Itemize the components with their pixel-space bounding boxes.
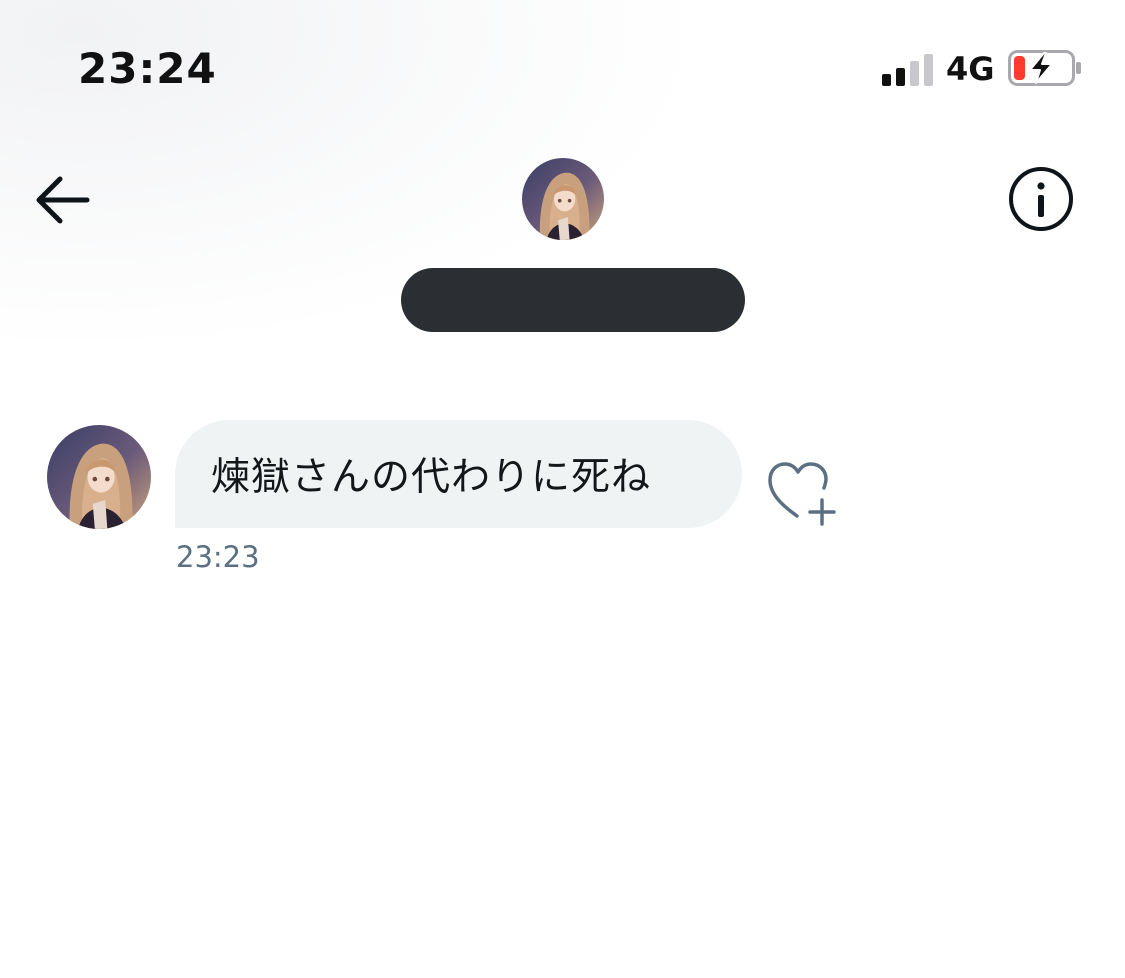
info-icon [1009,167,1073,231]
message-text: 煉獄さんの代わりに死ね [211,455,652,500]
message-bubble[interactable]: 煉獄さんの代わりに死ね [175,420,742,528]
sender-avatar[interactable] [47,425,151,529]
info-button[interactable] [1006,164,1076,234]
cellular-signal-icon [882,54,936,86]
message-timestamp: 23:23 [176,540,260,574]
add-reaction-button[interactable] [764,458,840,526]
network-type: 4G [946,50,995,88]
heart-plus-icon [768,462,836,526]
redacted-username [401,268,745,332]
battery-charging-icon [1008,50,1084,86]
conversation-avatar[interactable] [522,158,604,240]
arrow-left-icon [36,176,90,224]
status-time: 23:24 [78,44,217,93]
back-button[interactable] [30,172,92,228]
